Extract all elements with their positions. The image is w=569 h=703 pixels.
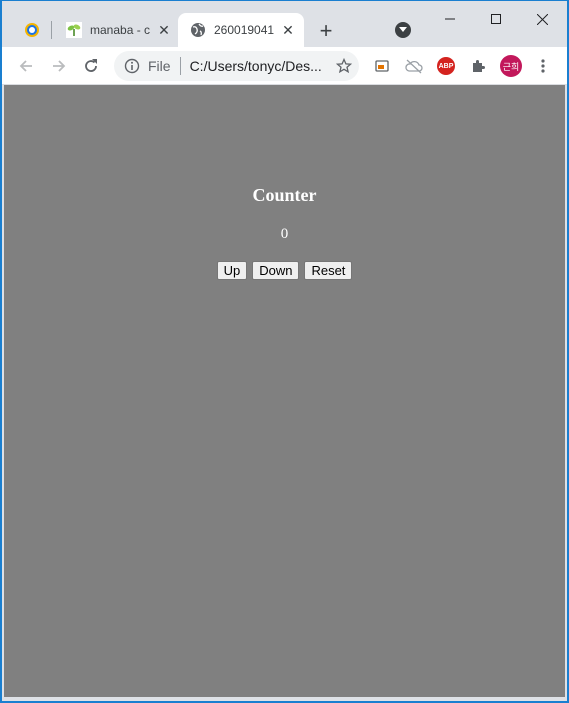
down-button[interactable]: Down xyxy=(252,261,300,280)
reset-button[interactable]: Reset xyxy=(304,261,353,280)
forward-button[interactable] xyxy=(46,53,72,79)
url-scheme: File xyxy=(148,58,171,74)
close-tab-icon[interactable]: ✕ xyxy=(280,22,296,38)
new-tab-button[interactable]: + xyxy=(314,18,338,43)
minimize-icon xyxy=(445,18,455,20)
minimize-button[interactable] xyxy=(427,1,473,37)
page-title: Counter xyxy=(252,185,317,205)
tab-strip: manaba - course ✕ 2600190413 ✕ + xyxy=(2,1,567,47)
url-text[interactable]: C:/Users/tonyc/Des... xyxy=(190,58,324,74)
up-button[interactable]: Up xyxy=(216,261,248,280)
maximize-button[interactable] xyxy=(473,1,519,37)
tab-title: manaba - course xyxy=(90,23,150,37)
arrow-right-icon xyxy=(53,60,66,72)
chevron-down-icon xyxy=(399,27,407,32)
tab-pinned[interactable] xyxy=(16,13,50,47)
tab-separator xyxy=(51,21,52,39)
tab-title: 2600190413 xyxy=(214,23,274,37)
puzzle-icon xyxy=(473,60,485,72)
cast-extension-button[interactable] xyxy=(369,53,395,79)
tab-search-icon[interactable] xyxy=(395,22,411,38)
profile-button[interactable]: 근희 xyxy=(498,53,524,79)
browser-window: manaba - course ✕ 2600190413 ✕ + xyxy=(1,0,568,702)
maximize-icon xyxy=(491,14,501,24)
manaba-sprout-icon xyxy=(66,22,82,38)
cloud-extension-button[interactable] xyxy=(401,53,427,79)
globe-icon xyxy=(191,23,205,37)
address-bar[interactable]: File C:/Users/tonyc/Des... xyxy=(114,51,359,81)
browser-toolbar: File C:/Users/tonyc/Des... ABP 근희 xyxy=(2,47,567,85)
tab-active[interactable]: 2600190413 ✕ xyxy=(178,13,304,47)
counter-value: 0 xyxy=(280,226,289,242)
avatar: 근희 xyxy=(500,55,522,77)
menu-button[interactable] xyxy=(530,53,556,79)
cloud-off-icon xyxy=(405,59,423,74)
info-icon[interactable] xyxy=(124,58,140,74)
reload-button[interactable] xyxy=(78,53,104,79)
address-divider xyxy=(179,57,181,75)
close-icon xyxy=(536,13,548,25)
adblock-extension-button[interactable]: ABP xyxy=(433,53,459,79)
chrome-circle-icon xyxy=(25,23,39,37)
kebab-menu-icon xyxy=(541,59,545,73)
counter-controls: Up Down Reset xyxy=(4,261,565,280)
extensions-button[interactable] xyxy=(465,53,491,79)
adblock-icon: ABP xyxy=(437,57,455,75)
close-window-button[interactable] xyxy=(519,1,565,37)
close-tab-icon[interactable]: ✕ xyxy=(156,22,172,38)
arrow-left-icon xyxy=(19,60,32,72)
back-button[interactable] xyxy=(13,53,39,79)
tab-manaba[interactable]: manaba - course ✕ xyxy=(54,13,178,47)
page-viewport: Counter 0 Up Down Reset xyxy=(4,85,565,697)
reload-icon xyxy=(85,59,97,72)
star-icon[interactable] xyxy=(335,58,352,74)
cast-icon xyxy=(375,60,389,72)
